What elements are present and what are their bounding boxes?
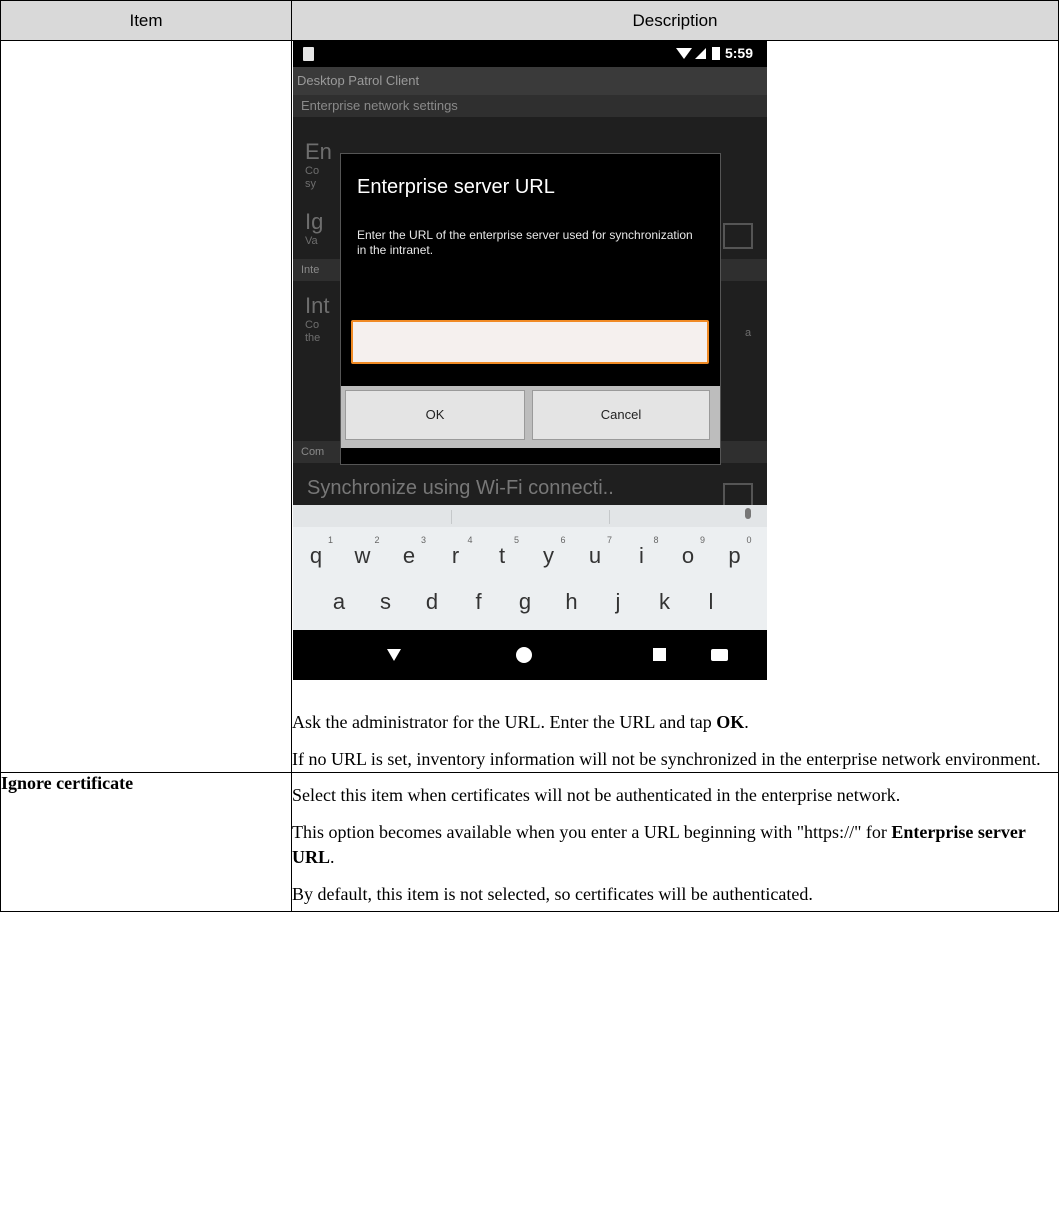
key-y[interactable]: y6 <box>534 535 566 569</box>
key-p[interactable]: p0 <box>720 535 751 569</box>
url-note: If no URL is set, inventory information … <box>292 749 1041 769</box>
bg-ignore-summary: Va <box>305 235 318 247</box>
home-icon[interactable] <box>516 647 532 663</box>
back-icon[interactable] <box>387 649 401 661</box>
key-j[interactable]: j <box>603 589 633 615</box>
bg-internet-summary: Co the <box>305 319 321 344</box>
header-description: Description <box>291 0 1059 41</box>
key-q[interactable]: q1 <box>301 535 333 569</box>
table-header-row: Item Description <box>0 0 1059 41</box>
key-l[interactable]: l <box>696 589 726 615</box>
bg-setting-title: En <box>305 139 332 164</box>
battery-icon <box>711 47 720 60</box>
wifi-icon <box>675 48 692 59</box>
section-enterprise-header: Enterprise network settings <box>293 95 767 117</box>
ok-term: OK <box>716 712 745 732</box>
bg-ignore-title: Ig <box>305 209 324 234</box>
key-f[interactable]: f <box>464 589 494 615</box>
key-s[interactable]: s <box>371 589 401 615</box>
suggestion-strip[interactable] <box>293 505 767 527</box>
key-d[interactable]: d <box>417 589 447 615</box>
ignore-cert-availability: This option becomes available when you e… <box>292 822 1026 867</box>
key-g[interactable]: g <box>510 589 540 615</box>
cancel-button[interactable]: Cancel <box>532 390 710 440</box>
status-bar: 5:59 <box>293 41 767 67</box>
bg-setting-summary: Co sy <box>305 165 320 190</box>
dialog-message: Enter the URL of the enterprise server u… <box>357 228 693 257</box>
app-title: Desktop Patrol Client <box>293 67 767 95</box>
recents-icon[interactable] <box>653 648 666 661</box>
key-i[interactable]: i8 <box>627 535 658 569</box>
bg-internet-title: Int <box>305 293 330 318</box>
key-a[interactable]: a <box>324 589 354 615</box>
key-t[interactable]: t5 <box>487 535 519 569</box>
bg-internet-summary-end: a <box>745 327 752 339</box>
key-k[interactable]: k <box>650 589 680 615</box>
table-row: 5:59 Desktop Patrol Client Enterprise ne… <box>0 40 1059 773</box>
keyboard-icon[interactable] <box>711 649 728 661</box>
item-cell-empty <box>0 40 292 773</box>
phone-screenshot: 5:59 Desktop Patrol Client Enterprise ne… <box>293 41 767 680</box>
status-time: 5:59 <box>724 45 753 61</box>
key-h[interactable]: h <box>557 589 587 615</box>
ignore-cert-default: By default, this item is not selected, s… <box>292 884 813 904</box>
item-ignore-certificate: Ignore certificate <box>0 772 292 912</box>
key-u[interactable]: u7 <box>580 535 612 569</box>
description-cell: 5:59 Desktop Patrol Client Enterprise ne… <box>291 40 1059 773</box>
bg-sync-wifi-label: Synchronize using Wi-Fi connecti.. <box>307 477 614 499</box>
url-input[interactable] <box>351 320 709 364</box>
settings-table: Item Description 5:59 Desktop Patrol Cli… <box>0 0 1059 912</box>
header-item: Item <box>0 0 292 41</box>
ok-button[interactable]: OK <box>345 390 525 440</box>
dialog-title: Enterprise server URL <box>357 176 555 198</box>
url-instruction: Ask the administrator for the URL. Enter… <box>292 712 749 732</box>
sd-card-icon <box>303 47 314 61</box>
signal-icon <box>694 48 706 59</box>
bg-checkbox <box>723 223 753 249</box>
key-e[interactable]: e3 <box>394 535 426 569</box>
mic-icon[interactable] <box>745 508 751 519</box>
ignore-cert-desc: Select this item when certificates will … <box>292 785 901 805</box>
key-o[interactable]: o9 <box>673 535 705 569</box>
table-row: Ignore certificate Select this item when… <box>0 772 1059 912</box>
key-r[interactable]: r4 <box>441 535 473 569</box>
navigation-bar <box>293 630 767 680</box>
description-cell: Select this item when certificates will … <box>291 772 1059 912</box>
url-dialog: Enterprise server URL Enter the URL of t… <box>340 153 721 465</box>
key-w[interactable]: w2 <box>348 535 380 569</box>
